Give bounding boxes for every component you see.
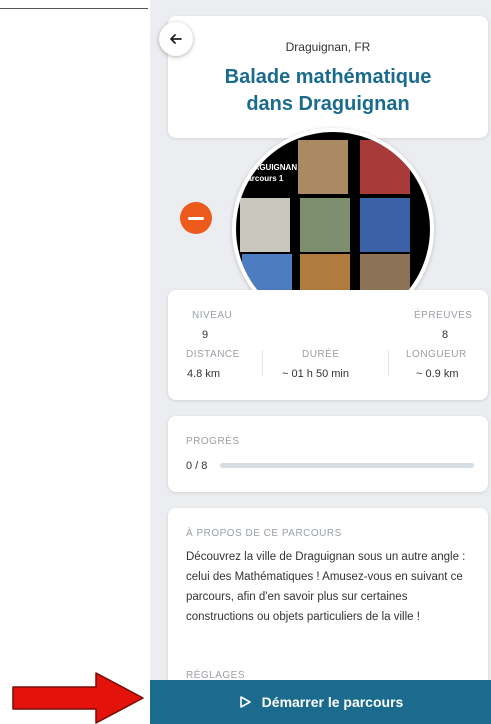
distance-label: DISTANCE bbox=[186, 349, 240, 360]
collage-caption-line-1: DRAGUIGNAN bbox=[242, 163, 298, 172]
stats-card bbox=[168, 290, 488, 400]
about-label: À PROPOS DE CE PARCOURS bbox=[186, 528, 342, 539]
photo-tile bbox=[300, 198, 350, 252]
progress-bar bbox=[220, 463, 474, 468]
page-title: Balade mathématique dans Draguignan bbox=[168, 64, 488, 118]
start-route-label: Démarrer le parcours bbox=[261, 694, 404, 710]
progress-value: 0 / 8 bbox=[186, 460, 208, 472]
duree-value: ~ 01 h 50 min bbox=[282, 368, 349, 380]
collage-caption-line-2: Parcours 1 bbox=[242, 174, 284, 183]
niveau-value: 9 bbox=[202, 329, 209, 341]
back-button[interactable] bbox=[159, 22, 193, 56]
play-outline-icon bbox=[239, 696, 251, 708]
distance-value: 4.8 km bbox=[187, 368, 221, 380]
stat-divider bbox=[262, 350, 263, 376]
remove-button[interactable] bbox=[180, 202, 212, 234]
duree-label: DURÉE bbox=[302, 349, 340, 360]
collage-caption: DRAGUIGNAN Parcours 1 bbox=[242, 162, 297, 184]
header-card: Draguignan, FR Balade mathématique dans … bbox=[168, 16, 488, 138]
stat-divider bbox=[388, 350, 389, 376]
title-line-2: dans Draguignan bbox=[246, 93, 410, 115]
niveau-label: NIVEAU bbox=[192, 310, 233, 321]
title-line-1: Balade mathématique bbox=[224, 66, 432, 88]
arrow-left-icon bbox=[170, 34, 182, 44]
app-screen: Draguignan, FR Balade mathématique dans … bbox=[150, 0, 491, 724]
epreuves-value: 8 bbox=[442, 329, 449, 341]
red-arrow-annotation bbox=[12, 672, 144, 724]
epreuves-label: ÉPREUVES bbox=[414, 310, 473, 321]
longueur-value: ~ 0.9 km bbox=[416, 368, 459, 380]
photo-tile bbox=[298, 140, 348, 194]
location-text: Draguignan, FR bbox=[285, 40, 371, 54]
progress-card: PROGRÈS 0 / 8 bbox=[168, 416, 488, 492]
photo-tile bbox=[360, 198, 410, 252]
minus-circle-icon bbox=[188, 216, 204, 220]
top-rule-line bbox=[0, 8, 148, 9]
progress-label: PROGRÈS bbox=[186, 436, 240, 447]
longueur-label: LONGUEUR bbox=[406, 349, 467, 360]
about-description: Découvrez la ville de Draguignan sous un… bbox=[186, 551, 466, 623]
photo-tile bbox=[240, 198, 290, 252]
start-route-button[interactable]: Démarrer le parcours bbox=[150, 680, 491, 724]
photo-tile bbox=[360, 140, 410, 194]
